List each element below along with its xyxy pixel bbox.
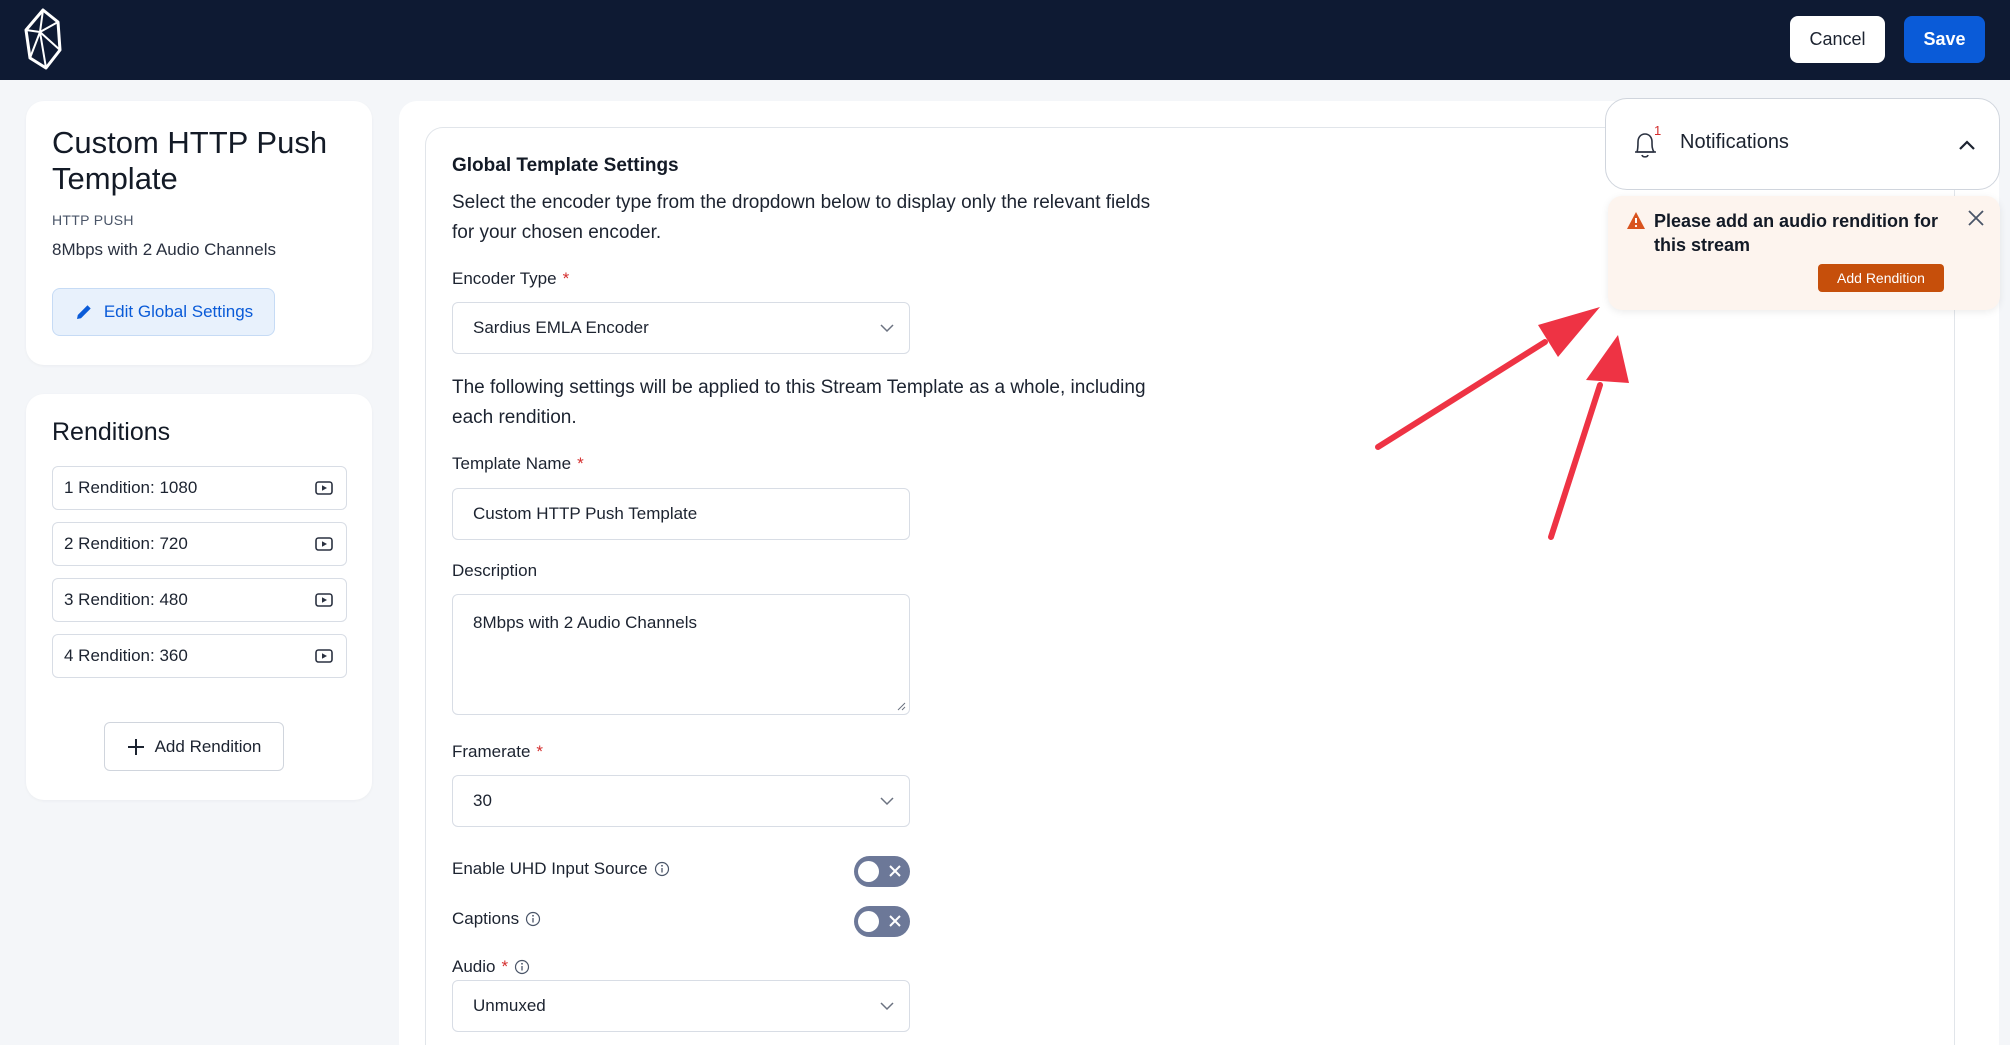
rendition-label: 2 Rendition: 720 (64, 534, 188, 553)
audio-label: Audio * (452, 957, 530, 977)
notifications-panel[interactable]: 1 Notifications (1605, 98, 2000, 190)
renditions-card: Renditions 1 Rendition: 1080 2 Rendition… (26, 394, 372, 800)
description-textarea[interactable]: 8Mbps with 2 Audio Channels (452, 594, 910, 715)
alert-message: Please add an audio rendition for this s… (1654, 211, 1939, 255)
pencil-icon (76, 305, 91, 319)
top-bar: Cancel Save (0, 0, 2010, 80)
plus-icon (127, 738, 144, 755)
info-icon[interactable] (654, 861, 670, 877)
template-name-label: Template Name * (452, 454, 584, 473)
video-play-icon (315, 649, 333, 663)
uhd-input-label: Enable UHD Input Source (452, 859, 670, 879)
framerate-value: 30 (473, 791, 492, 810)
cancel-button[interactable]: Cancel (1790, 16, 1885, 63)
chevron-down-icon (880, 797, 894, 806)
template-title: Custom HTTP Push Template (52, 125, 328, 196)
video-play-icon (315, 481, 333, 495)
toggle-knob (858, 861, 879, 882)
required-marker: * (562, 269, 570, 288)
close-icon[interactable] (1966, 208, 1986, 228)
applied-settings-description: The following settings will be applied t… (452, 377, 1146, 428)
chevron-up-icon[interactable] (1957, 135, 1977, 155)
close-icon (889, 865, 901, 877)
captions-label: Captions (452, 909, 541, 929)
framerate-select[interactable]: 30 (452, 775, 910, 827)
close-icon (889, 915, 901, 927)
rendition-label: 4 Rendition: 360 (64, 646, 188, 665)
rendition-label: 1 Rendition: 1080 (64, 478, 198, 497)
info-icon[interactable] (525, 911, 541, 927)
required-marker: * (536, 742, 544, 761)
crystal-logo-icon[interactable] (22, 8, 64, 70)
rendition-item[interactable]: 2 Rendition: 720 (52, 522, 347, 566)
encoder-type-value: Sardius EMLA Encoder (473, 318, 649, 337)
chevron-down-icon (880, 1002, 894, 1011)
section-title: Global Template Settings (452, 155, 679, 176)
rendition-item[interactable]: 3 Rendition: 480 (52, 578, 347, 622)
uhd-input-toggle[interactable] (854, 856, 910, 887)
save-button[interactable]: Save (1904, 16, 1985, 63)
required-marker: * (577, 454, 584, 473)
template-type: HTTP PUSH (52, 212, 134, 228)
description-value: 8Mbps with 2 Audio Channels (473, 613, 697, 632)
add-rendition-label: Add Rendition (154, 736, 262, 756)
notification-count-badge: 1 (1654, 123, 1662, 138)
video-play-icon (315, 537, 333, 551)
template-name-input[interactable]: Custom HTTP Push Template (452, 488, 910, 540)
rendition-item[interactable]: 1 Rendition: 1080 (52, 466, 347, 510)
info-icon[interactable] (514, 959, 530, 975)
encoder-type-select[interactable]: Sardius EMLA Encoder (452, 302, 910, 354)
warning-icon (1627, 212, 1645, 229)
description-label: Description (452, 561, 538, 580)
add-rendition-button[interactable]: Add Rendition (104, 722, 284, 771)
rendition-label: 3 Rendition: 480 (64, 590, 188, 609)
required-marker: * (501, 957, 509, 976)
video-play-icon (315, 593, 333, 607)
rendition-item[interactable]: 4 Rendition: 360 (52, 634, 347, 678)
chevron-down-icon (880, 324, 894, 333)
notifications-title: Notifications (1680, 131, 1789, 153)
audio-select[interactable]: Unmuxed (452, 980, 910, 1032)
template-info-card: Custom HTTP Push Template HTTP PUSH 8Mbp… (26, 101, 372, 365)
edit-global-settings-button[interactable]: Edit Global Settings (52, 288, 275, 336)
encoder-type-label: Encoder Type * (452, 269, 570, 288)
renditions-title: Renditions (52, 418, 171, 446)
framerate-label: Framerate * (452, 742, 544, 761)
template-name-value: Custom HTTP Push Template (473, 504, 698, 523)
audio-warning-alert: Please add an audio rendition for this s… (1608, 196, 2000, 310)
edit-global-settings-label: Edit Global Settings (103, 302, 254, 321)
section-description: Select the encoder type from the dropdow… (452, 192, 1151, 243)
captions-toggle[interactable] (854, 906, 910, 937)
alert-add-rendition-button[interactable]: Add Rendition (1818, 264, 1944, 292)
toggle-knob (858, 911, 879, 932)
template-description: 8Mbps with 2 Audio Channels (52, 240, 276, 259)
resize-handle-icon[interactable] (896, 701, 906, 711)
audio-value: Unmuxed (473, 996, 546, 1015)
